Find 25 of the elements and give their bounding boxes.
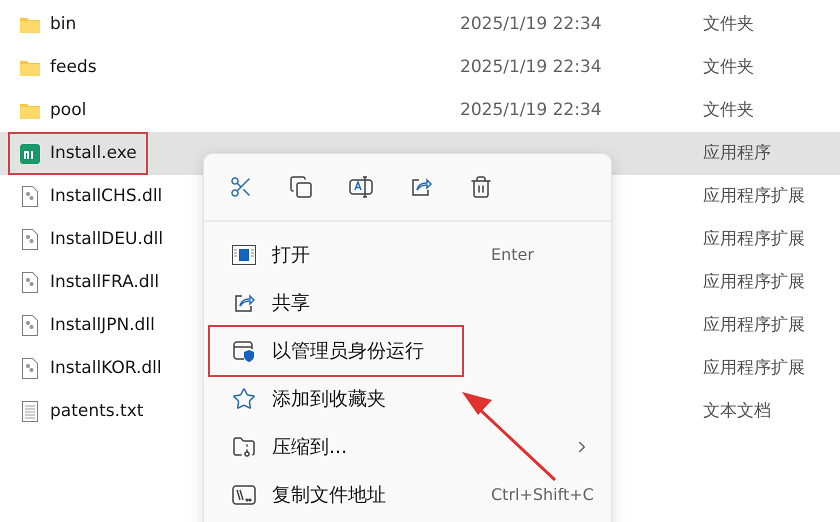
file-type: 文件夹	[703, 56, 755, 79]
file-name: InstallFRA.dll	[50, 270, 160, 294]
file-type: 应用程序扩展	[703, 184, 806, 208]
file-type: 应用程序扩展	[703, 356, 806, 380]
file-type: 应用程序扩展	[703, 314, 806, 337]
file-name: pool	[50, 98, 86, 122]
file-name: Install.exe	[50, 142, 137, 165]
file-name: InstallJPN.dll	[50, 314, 155, 337]
file-name: feeds	[50, 56, 97, 79]
shortcut: Ctrl+Shift+C	[491, 484, 591, 506]
file-type: 文件夹	[703, 98, 755, 122]
file-type: 应用程序扩展	[703, 228, 806, 251]
file-name: InstallCHS.dll	[50, 184, 162, 208]
file-type: 应用程序	[703, 142, 772, 165]
file-date: 2025/1/19 22:34	[460, 14, 602, 34]
shortcut: Enter	[491, 244, 535, 266]
file-name: InstallKOR.dll	[50, 356, 162, 380]
file-type: 文件夹	[703, 12, 755, 36]
file-name: InstallDEU.dll	[50, 228, 164, 251]
file-type: 应用程序扩展	[703, 270, 806, 294]
file-type: 文本文档	[703, 400, 772, 423]
file-name: bin	[50, 12, 76, 36]
file-name: patents.txt	[50, 400, 144, 423]
file-date: 2025/1/19 22:34	[460, 56, 602, 77]
file-date: 2025/1/19 22:34	[460, 100, 602, 120]
